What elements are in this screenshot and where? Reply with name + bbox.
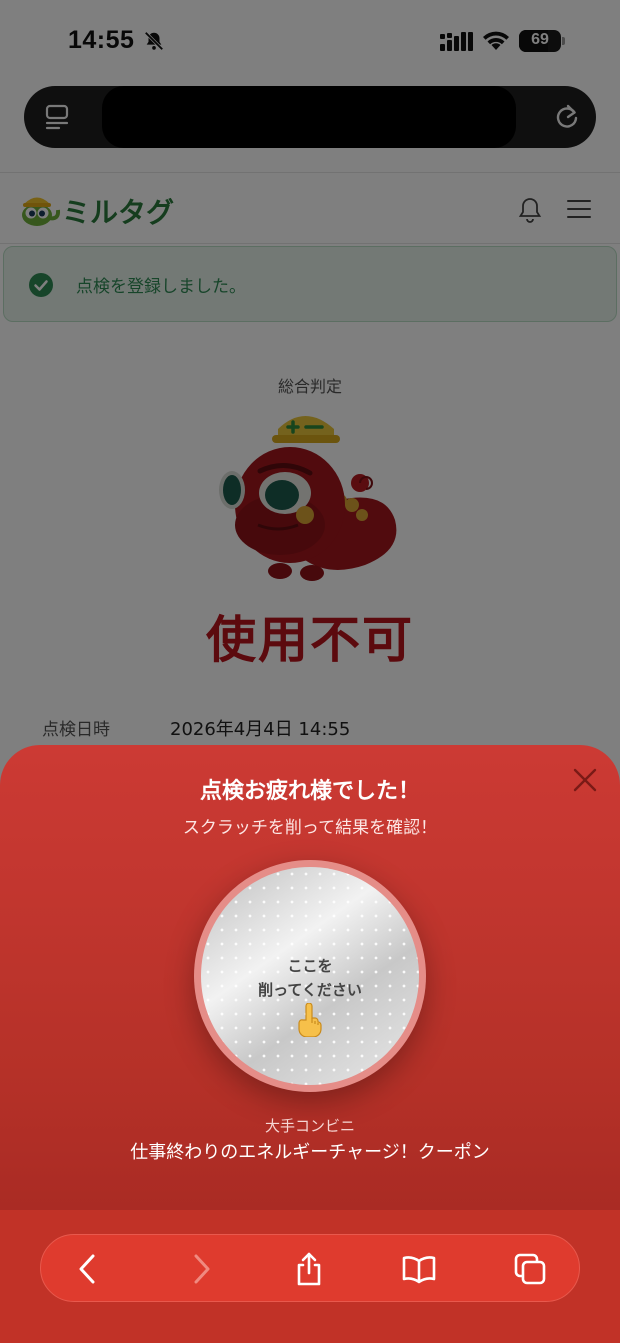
modal-subtitle: スクラッチを削って結果を確認！ (182, 818, 438, 838)
scratch-prompt-line1: ここを (287, 957, 333, 975)
browser-toolbar (40, 1234, 580, 1302)
scratch-area[interactable]: ここを 削ってください (201, 867, 419, 1085)
finger-pointer-icon (298, 1003, 322, 1037)
back-icon[interactable] (71, 1251, 105, 1287)
forward-icon[interactable] (184, 1251, 218, 1287)
coupon-brand: 大手コンビニ (264, 1117, 355, 1135)
coupon-name: 仕事終わりのエネルギーチャージ！クーポン (130, 1142, 490, 1163)
modal-title: 点検お疲れ様でした！ (199, 779, 420, 804)
scratch-card-ring: ここを 削ってください (194, 860, 426, 1092)
tabs-overview-icon[interactable] (513, 1251, 547, 1287)
scratch-prompt-line2: 削ってください (258, 981, 362, 999)
bookmarks-icon[interactable] (402, 1251, 436, 1287)
share-icon[interactable] (292, 1251, 326, 1287)
